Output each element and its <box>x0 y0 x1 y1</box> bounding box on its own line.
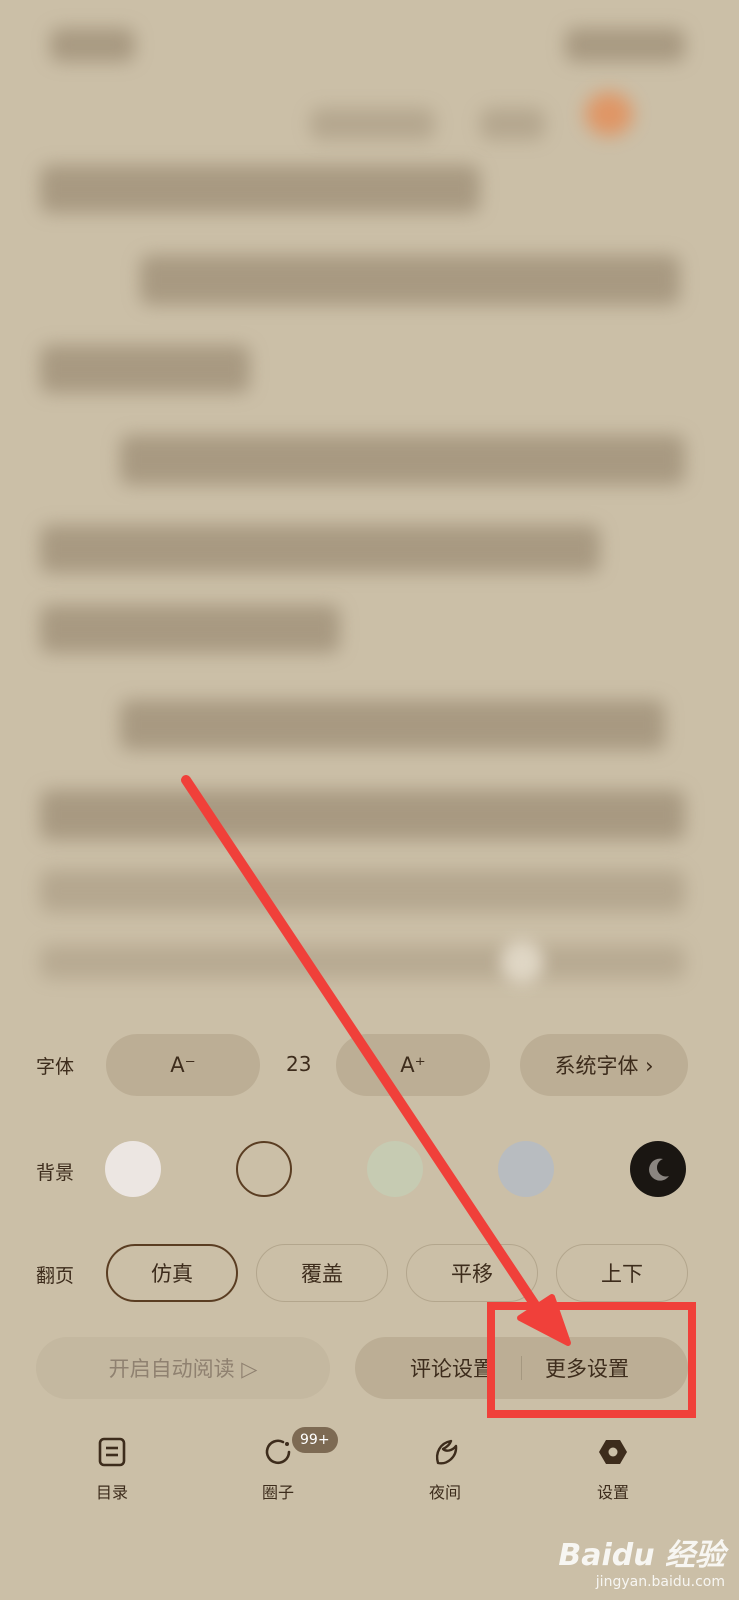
nav-settings[interactable]: 设置 <box>553 1437 673 1503</box>
background-swatch-green[interactable] <box>367 1141 423 1197</box>
blurred-text-line <box>40 605 340 653</box>
nav-toc[interactable]: 目录 <box>52 1437 172 1503</box>
background-swatch-night[interactable] <box>630 1141 686 1197</box>
page-turn-option-vertical[interactable]: 上下 <box>556 1244 688 1302</box>
blurred-text-line <box>120 435 685 485</box>
baidu-jingyan-watermark: Baidu 经验 jingyan.baidu.com <box>558 1530 725 1590</box>
blurred-text-line <box>40 345 250 393</box>
blurred-text-line <box>140 255 680 305</box>
watermark-brand: Baidu 经验 <box>558 1538 725 1573</box>
blurred-toolbar-item <box>310 108 435 140</box>
blurred-progress-row <box>40 870 685 912</box>
blurred-avatar <box>585 92 633 136</box>
circle-notification-badge: 99+ <box>292 1427 338 1453</box>
toc-icon <box>98 1437 126 1467</box>
font-size-value: 23 <box>286 1052 312 1076</box>
settings-action-group: 评论设置 更多设置 <box>355 1337 688 1399</box>
action-divider <box>521 1356 522 1380</box>
page-turn-row-label: 翻页 <box>36 1265 75 1287</box>
moon-icon <box>649 1158 669 1181</box>
more-settings-button[interactable]: 更多设置 <box>545 1353 629 1383</box>
blurred-text-line <box>120 700 665 750</box>
font-row-label: 字体 <box>36 1056 75 1078</box>
blurred-status-text <box>50 28 135 62</box>
page-turn-option-cover[interactable]: 覆盖 <box>256 1244 388 1302</box>
blurred-status-icons <box>565 28 685 62</box>
blurred-text-line <box>40 525 600 573</box>
watermark-site: jingyan.baidu.com <box>595 1574 725 1590</box>
background-swatch-gray[interactable] <box>498 1141 554 1197</box>
background-swatch-parchment[interactable] <box>236 1141 292 1197</box>
page-turn-settings-row: 翻页 仿真 覆盖 平移 上下 <box>0 1243 739 1307</box>
page-turn-option-slide[interactable]: 平移 <box>406 1244 538 1302</box>
blurred-text-line <box>40 165 480 213</box>
font-family-button[interactable]: 系统字体 › <box>520 1034 688 1096</box>
background-row-label: 背景 <box>36 1162 75 1184</box>
circle-icon <box>265 1439 291 1465</box>
background-settings-row: 背景 <box>0 1140 739 1204</box>
blurred-text-line <box>40 790 685 840</box>
font-settings-row: 字体 A⁻ 23 A⁺ 系统字体 › <box>0 1034 739 1098</box>
background-swatch-white[interactable] <box>105 1141 161 1197</box>
increase-font-button[interactable]: A⁺ <box>336 1034 490 1096</box>
blurred-reading-page <box>0 0 739 1040</box>
blurred-slider-thumb <box>500 940 544 984</box>
blurred-progress-row <box>40 945 685 979</box>
nav-night[interactable]: 夜间 <box>385 1437 505 1503</box>
nav-settings-label: 设置 <box>596 1483 629 1502</box>
page-turn-option-simulation[interactable]: 仿真 <box>106 1244 238 1302</box>
decrease-font-button[interactable]: A⁻ <box>106 1034 260 1096</box>
nav-circle-label: 圈子 <box>261 1483 294 1502</box>
moon-icon <box>436 1439 458 1465</box>
blurred-toolbar-item <box>480 108 545 140</box>
comment-settings-button[interactable]: 评论设置 <box>410 1353 494 1383</box>
nav-toc-label: 目录 <box>95 1483 128 1502</box>
auto-read-button[interactable]: 开启自动阅读 ▷ <box>36 1337 330 1399</box>
settings-icon <box>599 1440 627 1464</box>
nav-night-label: 夜间 <box>428 1483 461 1502</box>
